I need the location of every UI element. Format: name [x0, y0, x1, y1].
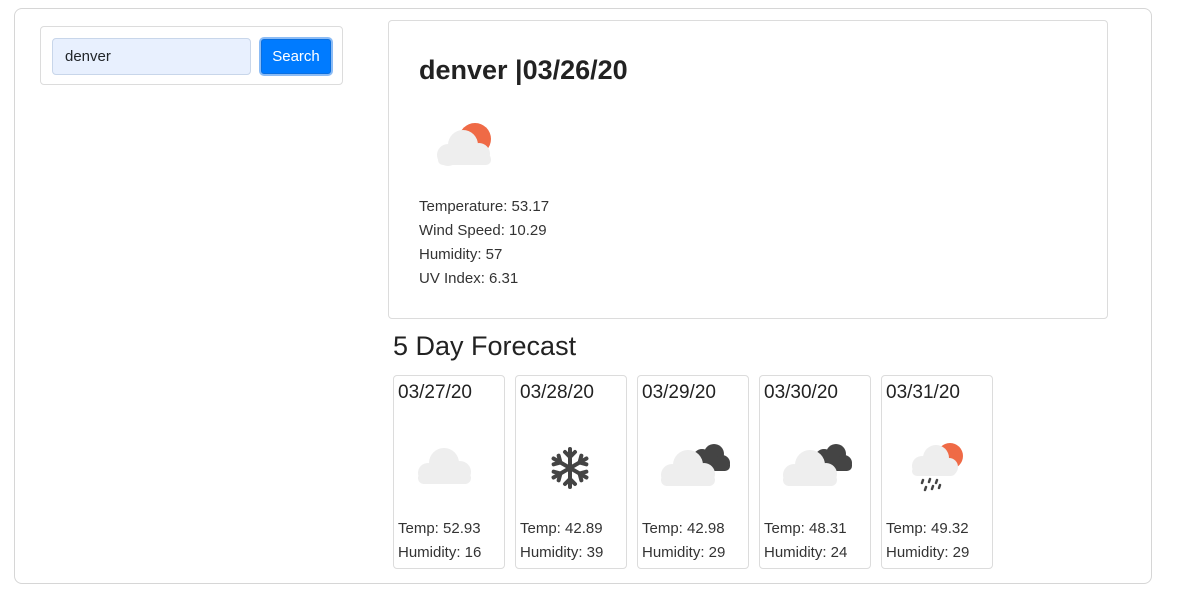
search-input[interactable] [52, 38, 251, 75]
forecast-card: 03/29/20 Temp: 42.98 Humidity: 29 [637, 375, 749, 569]
current-details: Temperature: 53.17 Wind Speed: 10.29 Hum… [419, 195, 549, 291]
forecast-temp: Temp: 49.32 [886, 520, 969, 537]
forecast-card: 03/27/20 Temp: 52.93 Humidity: 16 [393, 375, 505, 569]
forecast-heading: 5 Day Forecast [393, 331, 577, 361]
wind-speed-text: Wind Speed: 10.29 [419, 222, 547, 239]
forecast-details: Temp: 42.89 Humidity: 39 [520, 517, 603, 565]
forecast-humidity: Humidity: 24 [764, 544, 848, 561]
dark-clouds-icon [783, 444, 852, 486]
forecast-temp: Temp: 48.31 [764, 520, 847, 537]
forecast-date: 03/30/20 [764, 382, 838, 403]
forecast-details: Temp: 48.31 Humidity: 24 [764, 517, 847, 565]
forecast-temp: Temp: 52.93 [398, 520, 481, 537]
forecast-date: 03/27/20 [398, 382, 472, 403]
rain-cloud-sun-icon [912, 443, 963, 492]
forecast-humidity: Humidity: 29 [642, 544, 726, 561]
forecast-date: 03/28/20 [520, 382, 594, 403]
city-date-title: denver |03/26/20 [419, 55, 628, 85]
forecast-temp: Temp: 42.89 [520, 520, 603, 537]
current-weather-card: denver |03/26/20 Temperature: 53.17 Wind… [388, 20, 1108, 319]
forecast-card: 03/28/20 Temp: 42.89 Humidity: 39 [515, 375, 627, 569]
forecast-details: Temp: 42.98 Humidity: 29 [642, 517, 725, 565]
forecast-date: 03/31/20 [886, 382, 960, 403]
search-panel: Search [40, 26, 343, 85]
forecast-details: Temp: 49.32 Humidity: 29 [886, 517, 969, 565]
temperature-text: Temperature: 53.17 [419, 198, 550, 215]
cloud-with-sun-icon [437, 123, 491, 166]
forecast-details: Temp: 52.93 Humidity: 16 [398, 517, 481, 565]
forecast-temp: Temp: 42.98 [642, 520, 725, 537]
dark-clouds-icon [661, 444, 730, 486]
forecast-card: 03/31/20 Temp: 49.32 Humidity: 29 [881, 375, 993, 569]
search-button[interactable]: Search [259, 37, 333, 76]
forecast-humidity: Humidity: 39 [520, 544, 604, 561]
humidity-text: Humidity: 57 [419, 246, 503, 263]
cloud-icon [418, 448, 471, 484]
forecast-card: 03/30/20 Temp: 48.31 Humidity: 24 [759, 375, 871, 569]
snowflake-icon [551, 447, 589, 489]
uv-index-text: UV Index: 6.31 [419, 270, 519, 287]
forecast-humidity: Humidity: 29 [886, 544, 970, 561]
forecast-humidity: Humidity: 16 [398, 544, 482, 561]
forecast-date: 03/29/20 [642, 382, 716, 403]
